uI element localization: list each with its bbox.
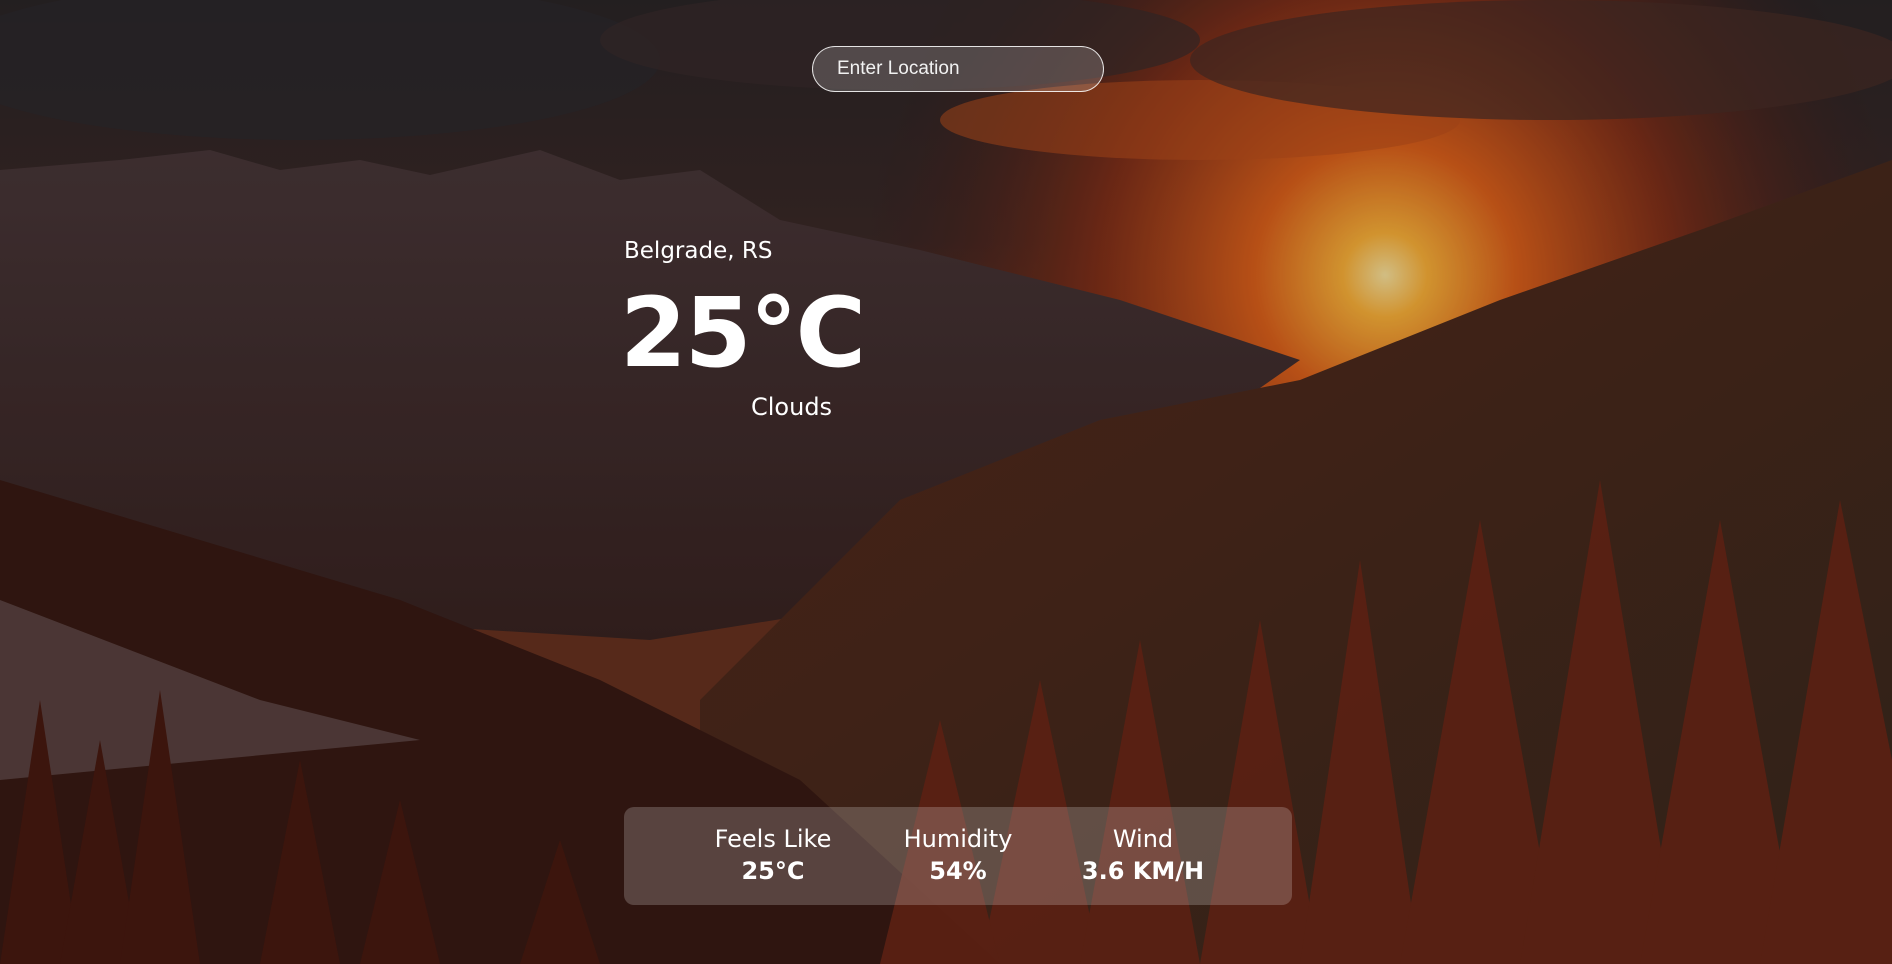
- temperature-value: 25°C: [620, 277, 866, 389]
- wind-label: Wind: [1112, 825, 1174, 853]
- wind-value: 3.6 KM/H: [1081, 857, 1205, 885]
- weather-description: Clouds: [751, 393, 833, 421]
- humidity-label: Humidity: [903, 825, 1013, 853]
- feels-like-value: 25°C: [741, 857, 805, 885]
- feels-like-label: Feels Like: [714, 825, 832, 853]
- humidity-value: 54%: [929, 857, 987, 885]
- weather-details-panel: Feels Like 25°C Humidity 54% Wind 3.6 KM…: [624, 807, 1292, 905]
- search-container: [812, 46, 1104, 92]
- wind-stat: Wind 3.6 KM/H: [1063, 823, 1223, 887]
- location-name: Belgrade, RS: [624, 238, 773, 264]
- location-search-input[interactable]: [812, 46, 1104, 92]
- feels-like-stat: Feels Like 25°C: [693, 823, 853, 887]
- humidity-stat: Humidity 54%: [878, 823, 1038, 887]
